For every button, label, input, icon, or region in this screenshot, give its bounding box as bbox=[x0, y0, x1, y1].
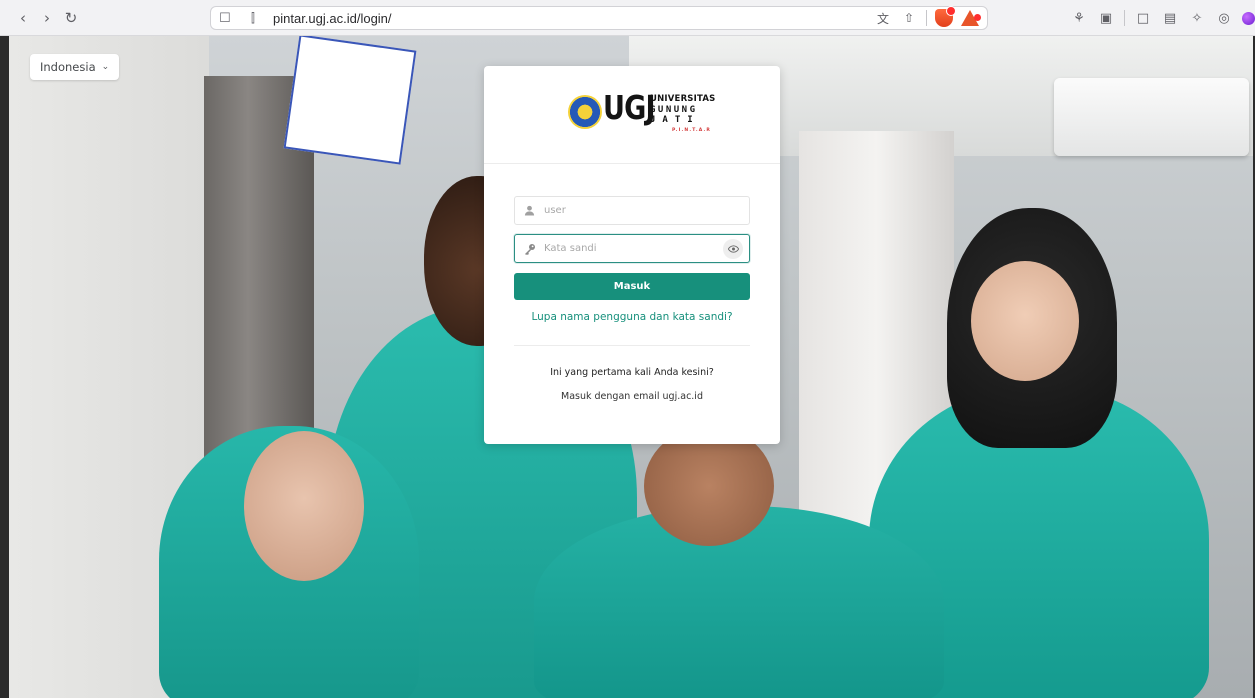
logo-gunung: GUNUNG bbox=[650, 105, 698, 115]
site-settings-icon[interactable]: ⫿ bbox=[251, 11, 267, 26]
browser-tools: ⚘ ▣ □ ▤ ✧ ◎ ≡ bbox=[1070, 9, 1255, 27]
extensions-icon[interactable]: ⚘ bbox=[1070, 9, 1088, 27]
address-bar-actions: 文 ⇧ bbox=[874, 6, 981, 27]
brave-shields-icon[interactable] bbox=[935, 6, 956, 27]
share-icon[interactable]: ⇧ bbox=[900, 9, 918, 27]
leo-icon[interactable]: ✧ bbox=[1188, 9, 1206, 27]
sidebar-icon[interactable]: □ bbox=[1134, 9, 1152, 27]
address-bar[interactable]: ☐ ⫿ pintar.ugj.ac.id/login/ 文 ⇧ bbox=[210, 6, 988, 30]
profile-purple-icon[interactable] bbox=[1242, 11, 1255, 25]
university-seal-icon bbox=[568, 95, 602, 129]
logo-jati: JATI bbox=[650, 115, 700, 125]
forgot-credentials-link[interactable]: Lupa nama pengguna dan kata sandi? bbox=[484, 311, 780, 323]
background-student-3-head bbox=[644, 426, 774, 546]
chevron-down-icon: ⌄ bbox=[101, 62, 110, 72]
logo-area: UGJ UNIVERSITAS GUNUNG JATI P.I.N.T.A.R bbox=[484, 66, 780, 164]
login-button[interactable]: Masuk bbox=[514, 273, 750, 300]
username-input[interactable] bbox=[544, 205, 724, 216]
logo-abbr: UGJ bbox=[603, 88, 656, 127]
wallet-icon[interactable]: ▤ bbox=[1161, 9, 1179, 27]
forward-icon[interactable]: › bbox=[36, 7, 58, 29]
brave-rewards-icon[interactable] bbox=[961, 10, 981, 26]
background-student-1-head bbox=[244, 431, 364, 581]
logo-wordmark: UNIVERSITAS GUNUNG JATI P.I.N.T.A.R bbox=[650, 94, 722, 133]
rewards-badge bbox=[974, 14, 981, 21]
password-field[interactable] bbox=[514, 234, 750, 263]
first-time-text: Ini yang pertama kali Anda kesini? bbox=[550, 367, 714, 378]
key-icon bbox=[524, 243, 538, 255]
eye-icon[interactable] bbox=[723, 239, 743, 259]
page-viewport: Indonesia ⌄ UGJ UNIVERSITAS GUNUNG JATI … bbox=[9, 36, 1253, 698]
url-text[interactable]: pintar.ugj.ac.id/login/ bbox=[273, 11, 392, 26]
reading-list-icon[interactable]: ▣ bbox=[1097, 9, 1115, 27]
reload-icon[interactable]: ↻ bbox=[60, 7, 82, 29]
background-air-conditioner bbox=[1054, 78, 1249, 156]
language-selector[interactable]: Indonesia ⌄ bbox=[30, 54, 120, 80]
bookmark-icon[interactable]: ☐ bbox=[219, 11, 237, 26]
browser-toolbar: ‹ › ↻ ☐ ⫿ pintar.ugj.ac.id/login/ 文 ⇧ ⚘ … bbox=[0, 0, 1255, 36]
back-icon[interactable]: ‹ bbox=[12, 7, 34, 29]
logo-pintar: P.I.N.T.A.R bbox=[672, 128, 712, 133]
password-input[interactable] bbox=[544, 243, 724, 254]
user-icon bbox=[524, 205, 538, 216]
address-separator bbox=[926, 10, 927, 26]
logo-university: UNIVERSITAS bbox=[650, 94, 716, 104]
card-divider bbox=[514, 345, 750, 346]
translate-icon[interactable]: 文 bbox=[874, 9, 892, 27]
nav-group: ‹ › ↻ bbox=[12, 7, 82, 29]
login-card: UGJ UNIVERSITAS GUNUNG JATI P.I.N.T.A.R bbox=[484, 66, 780, 444]
vpn-icon[interactable]: ◎ bbox=[1215, 9, 1233, 27]
tools-separator bbox=[1124, 10, 1125, 26]
username-field[interactable] bbox=[514, 196, 750, 225]
language-selected: Indonesia bbox=[40, 60, 96, 74]
background-student-4-face bbox=[971, 261, 1079, 381]
email-login-link[interactable]: Masuk dengan email ugj.ac.id bbox=[484, 391, 780, 402]
background-library-sign bbox=[283, 36, 417, 165]
